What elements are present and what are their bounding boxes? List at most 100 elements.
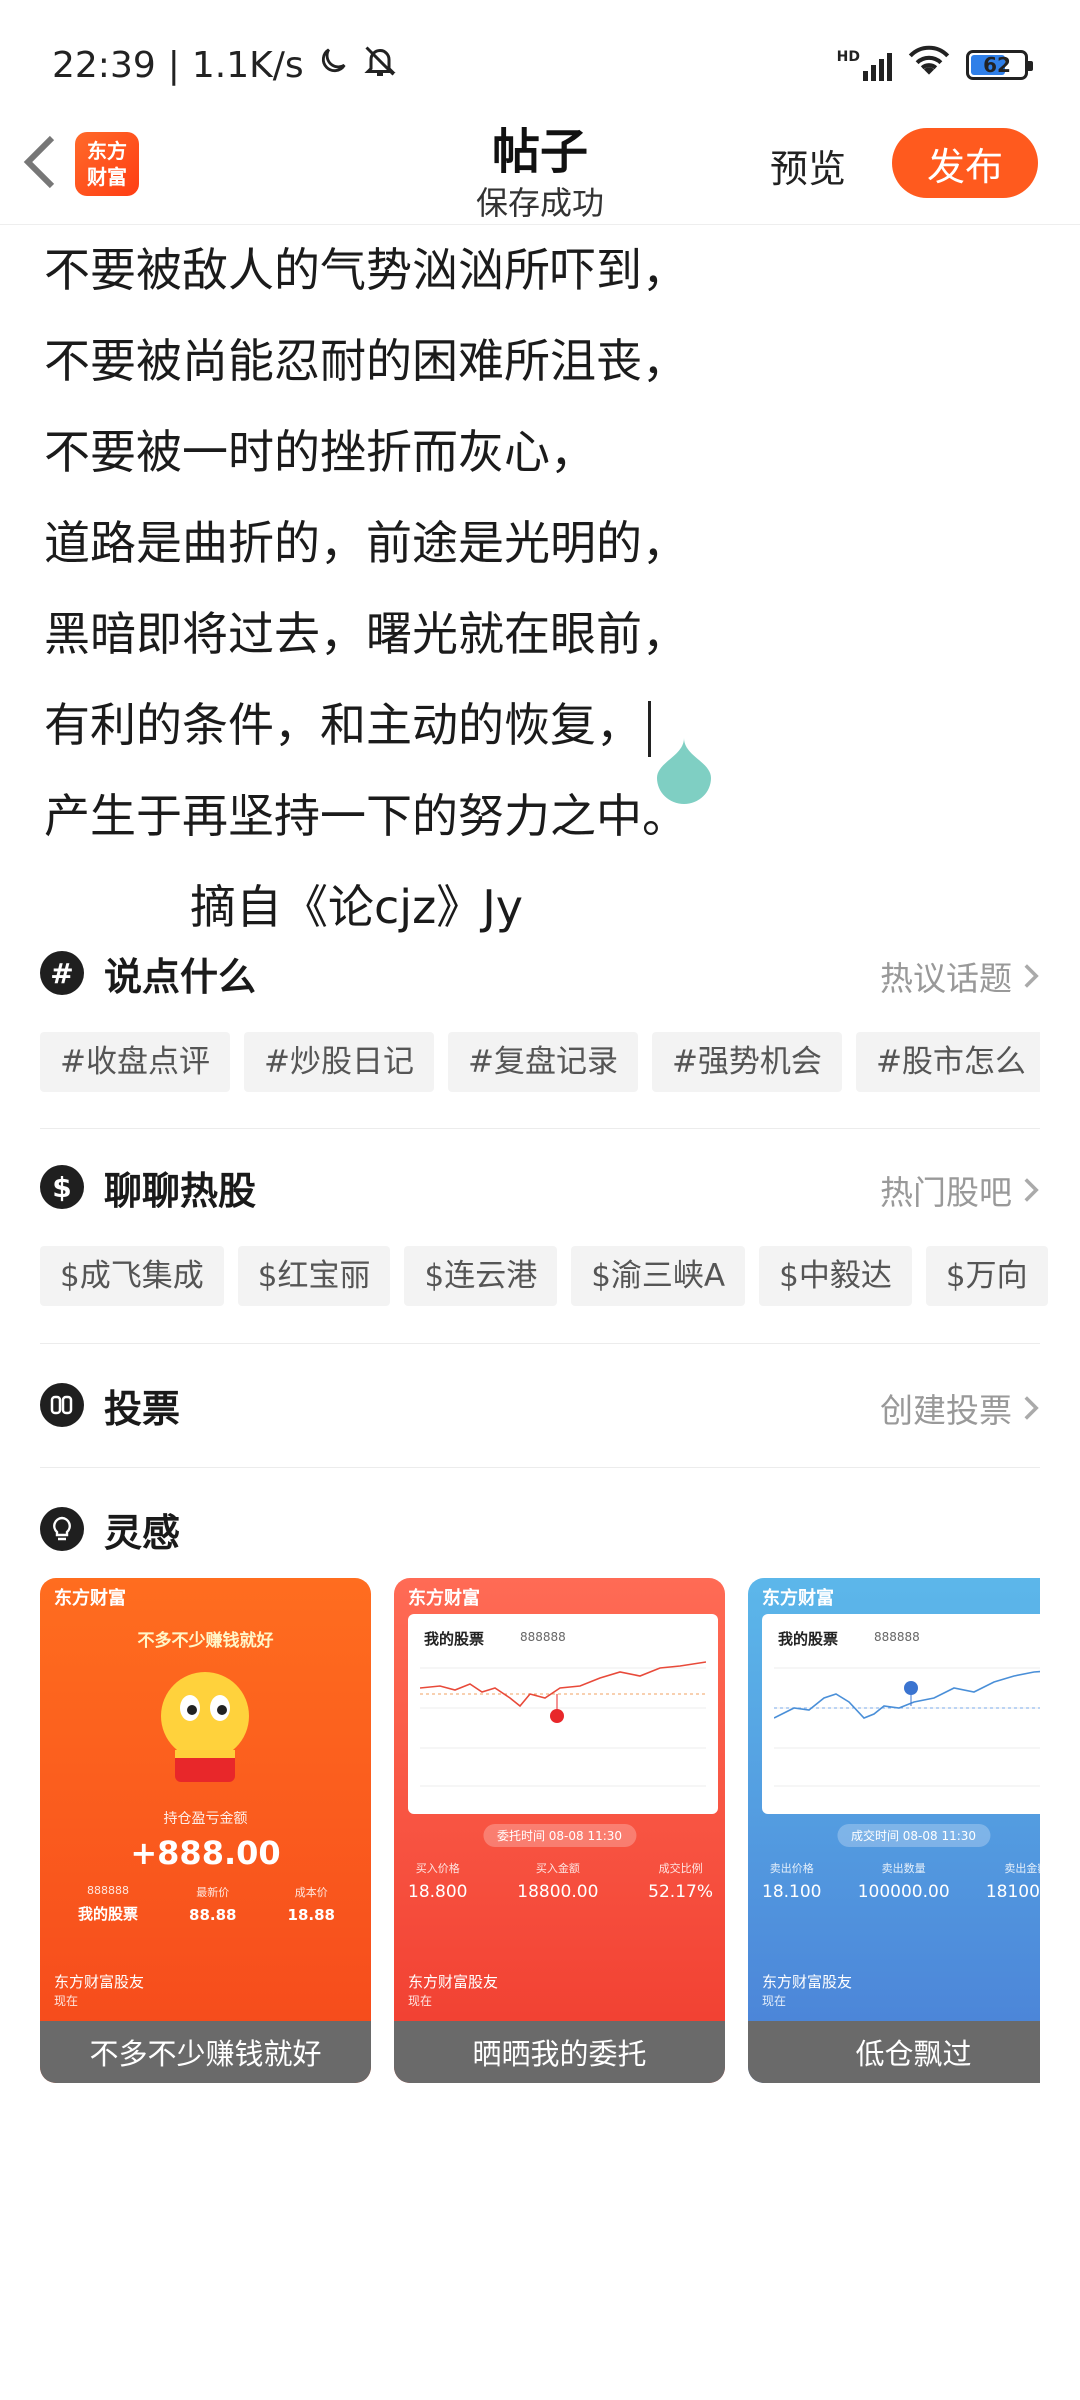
stocks-title: 聊聊热股 — [104, 1168, 257, 1213]
card-chart: 我的股票 888888 — [762, 1614, 1040, 1814]
stat-label: 卖出价格 — [769, 1862, 814, 1875]
stock-line-chart — [774, 1667, 1040, 1787]
stat-value: 52.17% — [648, 1882, 713, 1902]
stat-value: 18800.00 — [517, 1882, 599, 1902]
vote-section: 投票 创建投票 — [40, 1370, 1040, 1440]
post-line: 不要被尚能忍耐的困难所沮丧， — [44, 334, 688, 388]
topic-chips: #收盘点评 #炒股日记 #复盘记录 #强势机会 #股市怎么 — [40, 1032, 1040, 1092]
inspiration-cards: 东方财富 不多不少赚钱就好 持仓盈亏金额 +888.00 888888 我的股票 … — [40, 1578, 1040, 2083]
post-line-with-cursor: 有利的条件，和主动的恢复， — [44, 680, 1044, 771]
chart-code: 888888 — [520, 1630, 566, 1644]
stock-line-chart — [420, 1661, 706, 1787]
card-footer: 东方财富股友 现在 — [408, 1973, 498, 2011]
divider — [40, 1343, 1040, 1344]
stat-label: 888888 — [87, 1884, 129, 1897]
signal-icon: HD — [837, 49, 892, 81]
stat-label: 成交比例 — [658, 1862, 703, 1875]
stat: 卖出价格 18.100 — [762, 1860, 821, 1902]
stock-chip[interactable]: $成飞集成 — [40, 1246, 224, 1306]
stat-label: 成本价 — [294, 1886, 328, 1899]
inspiration-card[interactable]: 东方财富 我的股票 888888 成交时间 08-08 11:30 卖出价格 18… — [748, 1578, 1040, 2083]
card-footer-time: 现在 — [762, 1994, 787, 2008]
stat-label: 最新价 — [196, 1886, 230, 1899]
stat-value: 18.100 — [762, 1882, 822, 1902]
stat-value: 100000.00 — [857, 1882, 950, 1902]
chart-code: 888888 — [874, 1630, 920, 1644]
dollar-icon: $ — [40, 1165, 84, 1209]
stat-value: 18.800 — [408, 1882, 468, 1902]
topic-chip[interactable]: #强势机会 — [651, 1032, 842, 1092]
topic-chip[interactable]: #复盘记录 — [447, 1032, 638, 1092]
topic-chip[interactable]: #炒股日记 — [243, 1032, 434, 1092]
hot-topics-label: 热议话题 — [880, 959, 1012, 998]
create-vote-link[interactable]: 创建投票 — [880, 1384, 1040, 1432]
status-time: 22:39 — [52, 44, 156, 86]
topics-header: # 说点什么 热议话题 — [40, 938, 1040, 1008]
card-footer-name: 东方财富股友 — [408, 1973, 499, 1991]
cursor-handle[interactable] — [655, 738, 713, 804]
stocks-header: $ 聊聊热股 热门股吧 — [40, 1152, 1040, 1222]
inspiration-card[interactable]: 东方财富 不多不少赚钱就好 持仓盈亏金额 +888.00 888888 我的股票 … — [40, 1578, 371, 2083]
stat: 买入金额 18800.00 — [517, 1860, 598, 1902]
card-caption: 低仓飘过 — [748, 2021, 1040, 2083]
bell-off-icon — [362, 43, 398, 88]
publish-button[interactable]: 发布 — [892, 128, 1038, 198]
stocks-section: $ 聊聊热股 热门股吧 $成飞集成 $红宝丽 $连云港 $渝三峡A $中毅达 $… — [40, 1152, 1048, 1306]
stock-chip[interactable]: $红宝丽 — [237, 1246, 391, 1306]
topic-chip[interactable]: #股市怎么 — [855, 1032, 1040, 1092]
stock-chip[interactable]: $渝三峡A — [571, 1246, 746, 1306]
card-stats: 卖出价格 18.100 卖出数量 100000.00 卖出金额 18100.00 — [762, 1860, 1040, 1902]
card-footer-name: 东方财富股友 — [762, 1973, 853, 1991]
stock-chip[interactable]: $中毅达 — [759, 1246, 912, 1306]
stock-chip[interactable]: $连云港 — [404, 1246, 558, 1306]
chevron-right-icon — [1024, 964, 1039, 988]
preview-button[interactable]: 预览 — [770, 138, 846, 193]
card-caption: 不多不少赚钱就好 — [40, 2021, 371, 2083]
card-brand: 东方财富 — [408, 1588, 480, 1609]
stat: 买入价格 18.800 — [408, 1860, 467, 1902]
hot-topics-link[interactable]: 热议话题 — [880, 952, 1040, 1000]
status-right: HD 62 — [837, 44, 1033, 87]
card-pill: 成交时间 08-08 11:30 — [836, 1824, 991, 1847]
hashtag-icon: # — [40, 951, 84, 995]
hot-stocks-link[interactable]: 热门股吧 — [880, 1166, 1040, 1214]
card-amount: +888.00 — [130, 1834, 281, 1872]
card-brand: 东方财富 — [54, 1588, 126, 1609]
post-line: 产生于再坚持一下的努力之中。 — [44, 789, 688, 843]
stat-label: 买入金额 — [535, 1862, 580, 1875]
post-line: 不要被敌人的气势汹汹所吓到， — [44, 243, 688, 297]
vote-title: 投票 — [104, 1386, 181, 1431]
inspiration-section: 灵感 — [40, 1494, 1040, 1564]
card-stats: 买入价格 18.800 买入金额 18800.00 成交比例 52.17% — [408, 1860, 713, 1902]
topic-chip[interactable]: #收盘点评 — [40, 1032, 230, 1092]
vote-header: 投票 创建投票 — [40, 1370, 1040, 1440]
chart-title: 我的股票 — [778, 1630, 839, 1648]
stat-value: 我的股票 — [78, 1905, 139, 1923]
topics-section: # 说点什么 热议话题 #收盘点评 #炒股日记 #复盘记录 #强势机会 #股市怎… — [40, 938, 1040, 1092]
lightbulb-icon — [40, 1507, 84, 1551]
inspiration-card[interactable]: 东方财富 我的股票 888888 委托时间 08-08 11:30 买入价格 18… — [394, 1578, 725, 2083]
post-line: 道路是曲折的，前途是光明的， — [44, 516, 688, 570]
post-line: 不要被一时的挫折而灰心， — [44, 425, 596, 479]
card-chart: 我的股票 888888 — [408, 1614, 718, 1814]
mascot-icon — [140, 1658, 270, 1788]
card-pill: 委托时间 08-08 11:30 — [482, 1824, 637, 1847]
post-line: 黑暗即将过去，曙光就在眼前， — [44, 607, 688, 661]
status-speed: 1.1K/s — [191, 44, 304, 86]
stat: 卖出数量 100000.00 — [858, 1860, 950, 1902]
card-footer-name: 东方财富股友 — [54, 1973, 145, 1991]
divider — [40, 1128, 1040, 1129]
stock-chip[interactable]: $万向 — [925, 1246, 1048, 1306]
post-editor[interactable]: 不要被敌人的气势汹汹所吓到， 不要被尚能忍耐的困难所沮丧， 不要被一时的挫折而灰… — [44, 225, 1044, 953]
divider — [40, 1467, 1040, 1468]
stock-chips: $成飞集成 $红宝丽 $连云港 $渝三峡A $中毅达 $万向 — [40, 1246, 1080, 1306]
chevron-right-icon — [1024, 1178, 1039, 1202]
topics-title: 说点什么 — [104, 954, 257, 999]
app-header: 东方 财富 帖子 保存成功 预览 发布 — [0, 100, 1080, 225]
card-footer: 东方财富股友 现在 — [54, 1973, 144, 2011]
card-brand: 东方财富 — [762, 1588, 834, 1609]
stat: 888888 我的股票 — [78, 1884, 138, 1924]
moon-icon — [316, 44, 350, 87]
text-cursor — [648, 700, 651, 757]
card-headline: 不多不少赚钱就好 — [137, 1631, 274, 1651]
